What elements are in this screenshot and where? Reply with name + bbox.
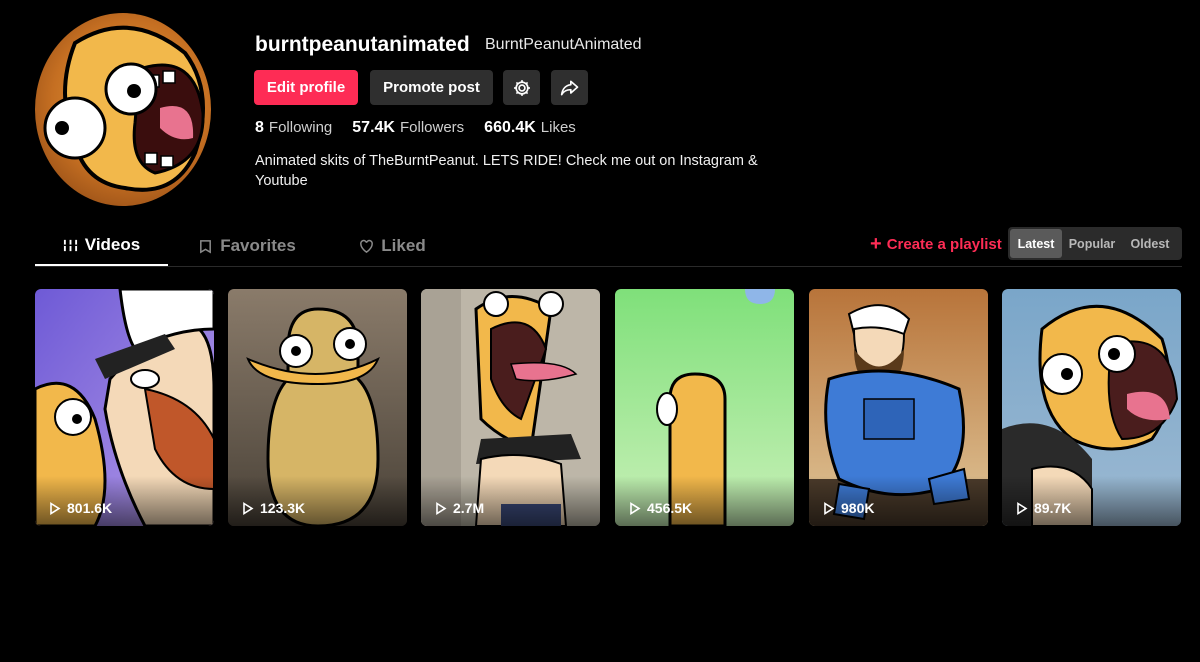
video-card[interactable]: 801.6K xyxy=(35,289,214,526)
settings-button[interactable] xyxy=(503,70,540,105)
profile-page: burntpeanutanimated BurntPeanutAnimated … xyxy=(0,0,1200,662)
video-card[interactable]: 89.7K xyxy=(1002,289,1181,526)
profile-stats: 8 Following 57.4K Followers 660.4K Likes xyxy=(255,119,576,137)
profile-tabs: Videos Favorites Liked xyxy=(35,226,459,266)
username: burntpeanutanimated xyxy=(255,33,470,56)
promote-post-button[interactable]: Promote post xyxy=(370,70,493,105)
plus-icon: + xyxy=(870,233,882,255)
video-card[interactable]: 2.7M xyxy=(421,289,600,526)
play-icon xyxy=(50,501,61,515)
stat-followers[interactable]: 57.4K Followers xyxy=(352,119,464,137)
sort-oldest[interactable]: Oldest xyxy=(1122,229,1178,258)
sort-toggle: Latest Popular Oldest xyxy=(1008,227,1182,260)
view-count: 89.7K xyxy=(1016,500,1071,516)
avatar[interactable] xyxy=(35,13,211,206)
stat-label: Following xyxy=(268,119,333,136)
tab-favorites[interactable]: Favorites xyxy=(168,226,326,266)
tab-label: Liked xyxy=(381,236,426,255)
view-count: 2.7M xyxy=(435,500,484,516)
stat-value: 57.4K xyxy=(352,119,395,136)
stat-value: 660.4K xyxy=(484,119,536,136)
create-playlist-button[interactable]: + Create a playlist xyxy=(870,233,1002,255)
view-count: 123.3K xyxy=(242,500,305,516)
stat-likes: 660.4K Likes xyxy=(484,119,576,137)
tab-liked[interactable]: Liked xyxy=(326,226,459,266)
view-count: 456.5K xyxy=(629,500,692,516)
stat-value: 8 xyxy=(255,119,264,136)
view-count: 980K xyxy=(823,500,874,516)
stat-label: Followers xyxy=(399,119,465,136)
view-count-value: 123.3K xyxy=(260,500,306,516)
view-count-value: 2.7M xyxy=(453,500,485,516)
nickname: BurntPeanutAnimated xyxy=(485,36,642,53)
video-card[interactable]: 456.5K xyxy=(615,289,794,526)
video-card[interactable]: 123.3K xyxy=(228,289,407,526)
sort-latest[interactable]: Latest xyxy=(1010,229,1062,258)
stat-label: Likes xyxy=(540,119,576,136)
video-card[interactable]: 980K xyxy=(809,289,988,526)
profile-bio: Animated skits of TheBurntPeanut. LETS R… xyxy=(255,153,758,189)
share-button[interactable] xyxy=(551,70,588,105)
view-count: 801.6K xyxy=(49,500,112,516)
gear-icon xyxy=(513,79,530,96)
play-icon xyxy=(243,501,254,515)
edit-profile-button[interactable]: Edit profile xyxy=(254,70,358,105)
play-icon xyxy=(1017,501,1028,515)
view-count-value: 89.7K xyxy=(1034,500,1072,516)
view-count-value: 456.5K xyxy=(647,500,693,516)
bookmark-icon xyxy=(200,239,212,253)
tab-label: Videos xyxy=(84,235,141,254)
sort-popular[interactable]: Popular xyxy=(1062,229,1122,258)
grid-icon xyxy=(63,239,77,251)
stat-following[interactable]: 8 Following xyxy=(255,119,332,137)
heart-icon xyxy=(360,239,374,253)
tab-label: Favorites xyxy=(220,236,296,255)
view-count-value: 801.6K xyxy=(67,500,113,516)
create-playlist-label: Create a playlist xyxy=(886,236,1002,253)
share-icon xyxy=(560,80,578,95)
play-icon xyxy=(436,501,447,515)
play-icon xyxy=(824,501,835,515)
view-count-value: 980K xyxy=(841,500,875,516)
tab-videos[interactable]: Videos xyxy=(35,226,168,266)
play-icon xyxy=(630,501,641,515)
tabs-divider xyxy=(35,266,1182,267)
